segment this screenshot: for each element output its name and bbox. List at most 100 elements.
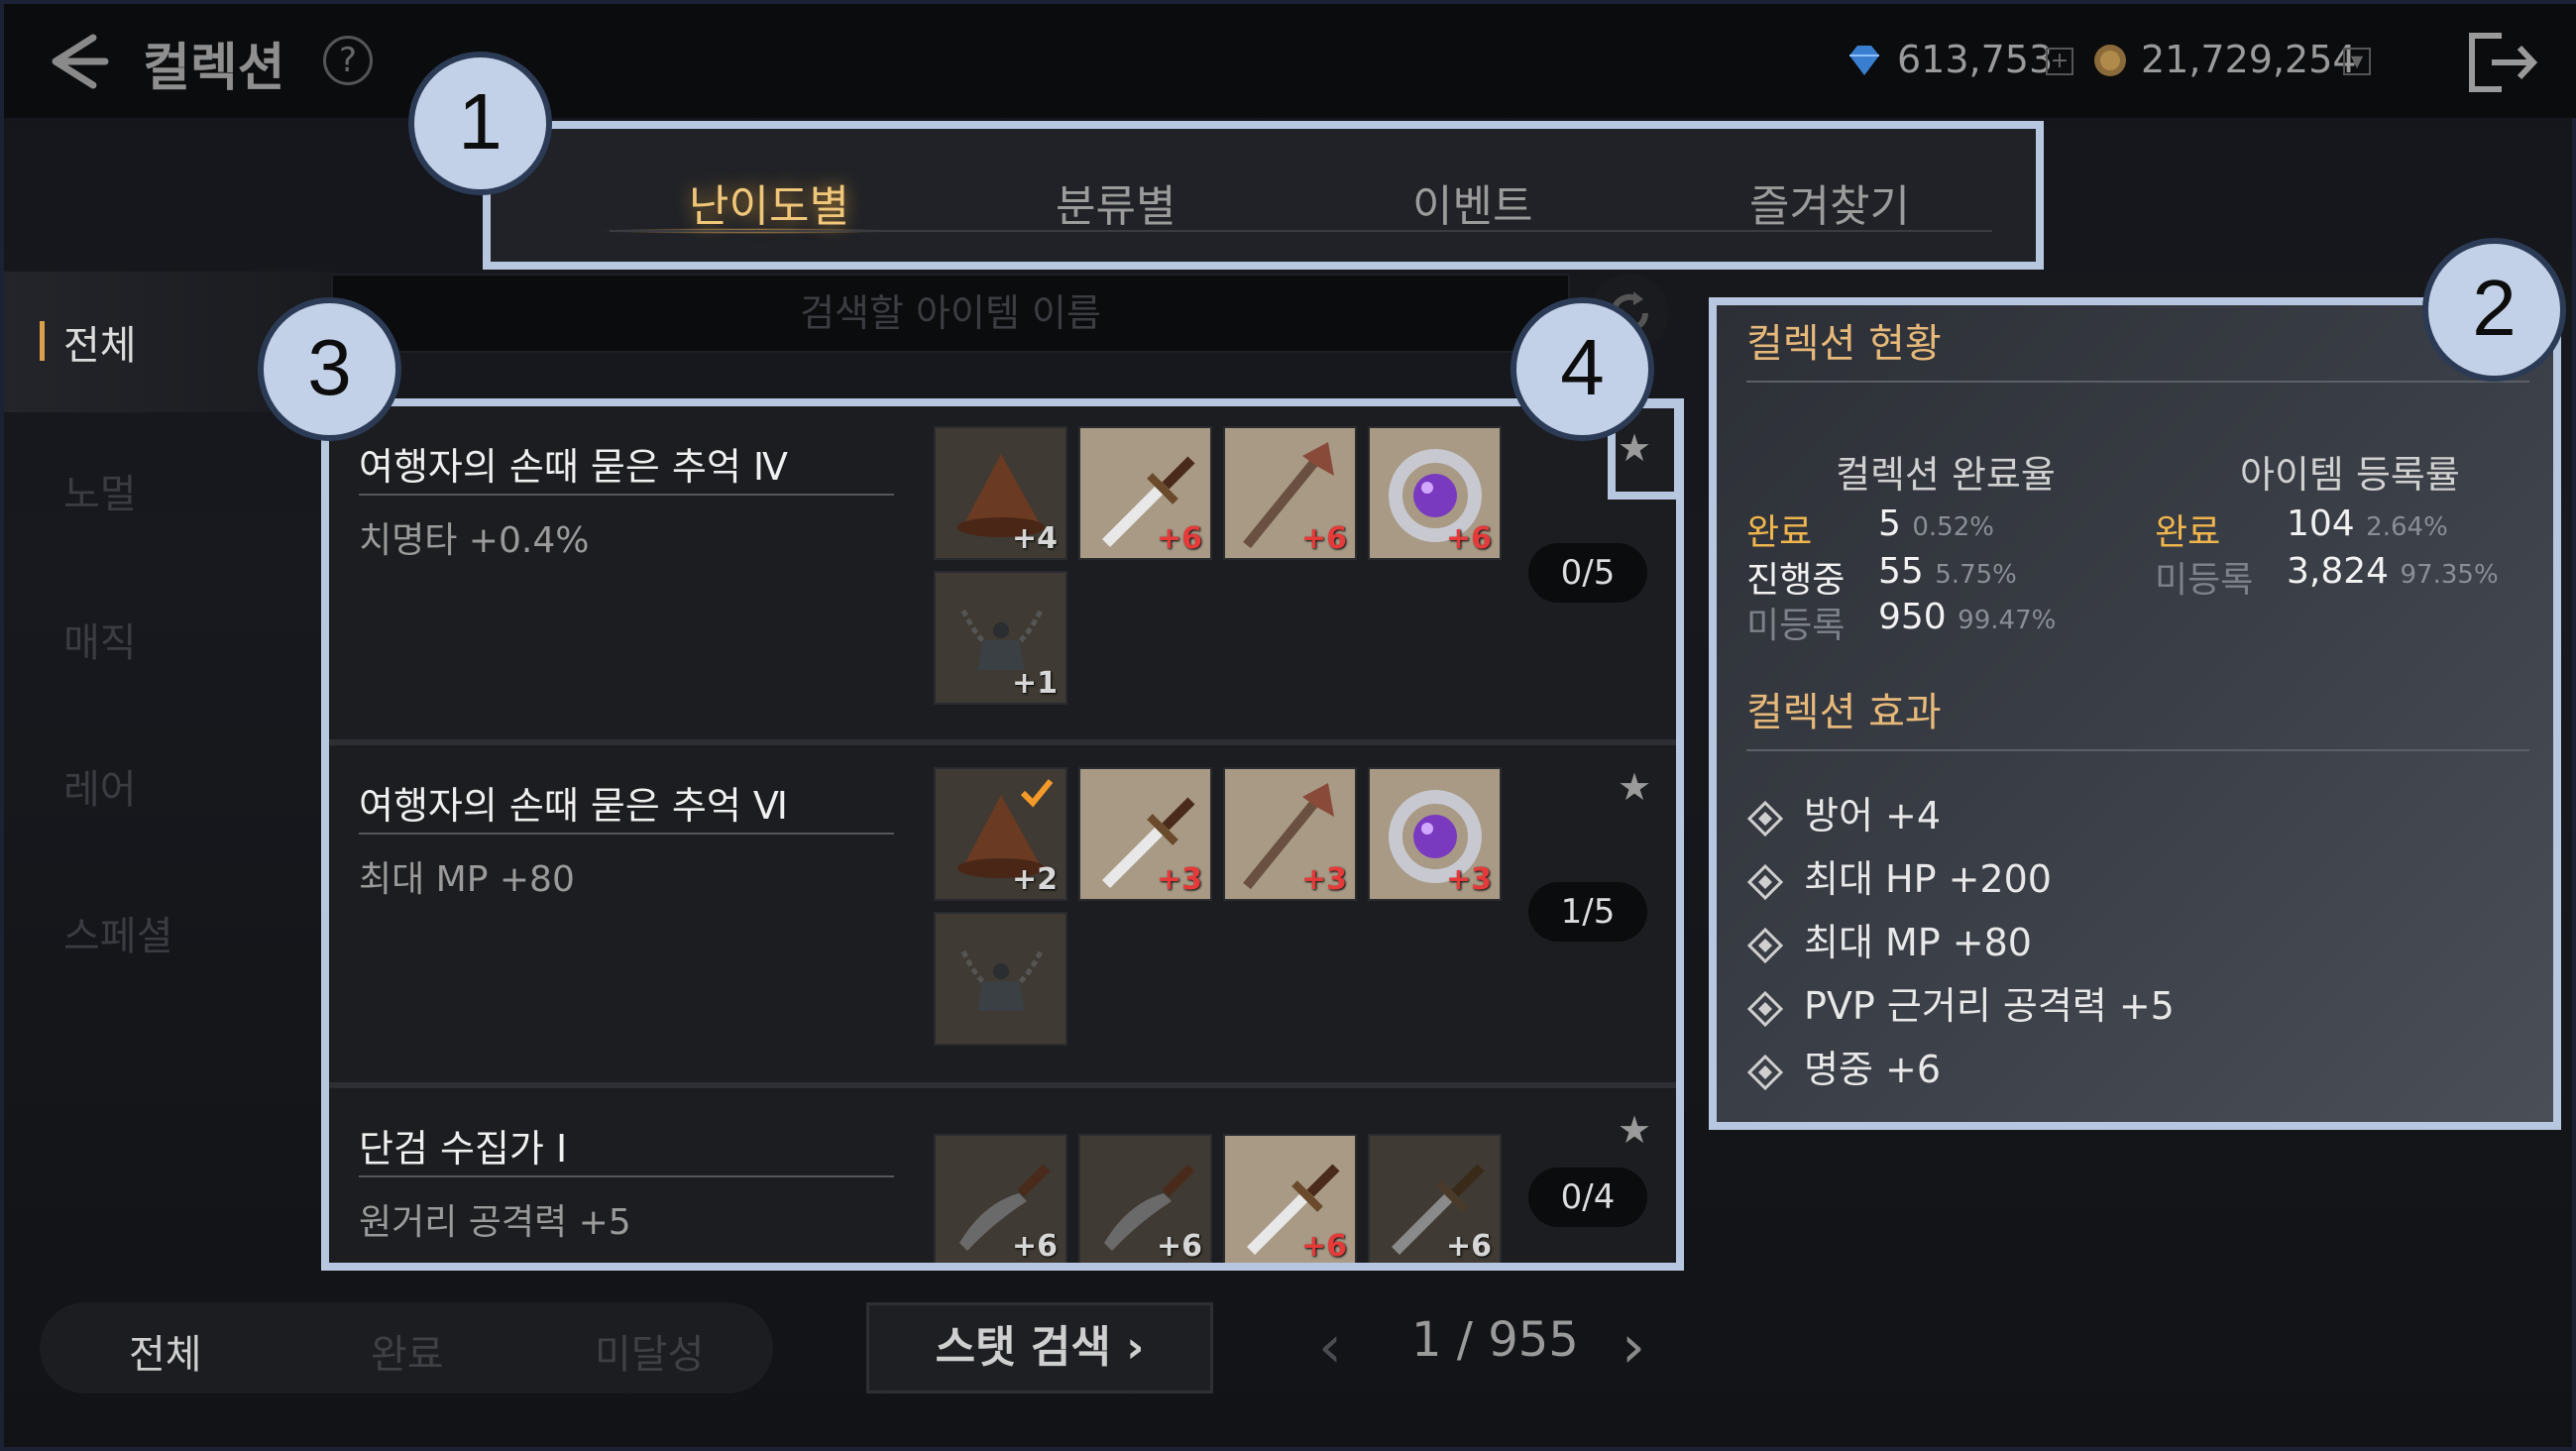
completion-progress-value: 55 5.75% (1878, 551, 2017, 592)
completion-done-label: 완료 (1746, 512, 1813, 553)
favorite-star-icon[interactable]: ★ (1618, 1108, 1651, 1152)
collection-name: 단검 수집가 Ⅰ (359, 1127, 568, 1171)
callout-badge-4: 4 (1511, 297, 1654, 441)
page-title: 컬렉션 (143, 39, 285, 98)
collection-row[interactable]: 여행자의 손때 묻은 추억 Ⅳ 치명타 +0.4% +4 +6 +6 +6 +1… (329, 406, 1676, 745)
enhance-level: +1 (1011, 666, 1058, 701)
collection-effect: 최대 MP +80 (359, 859, 575, 900)
enhance-level: +3 (1445, 862, 1492, 897)
completion-unreg-value: 950 99.47% (1878, 597, 2057, 637)
diamond-icon (1849, 46, 1879, 75)
registration-unreg-value: 3,824 97.35% (2287, 551, 2499, 592)
filter-all[interactable]: 전체 (129, 1322, 202, 1380)
collection-row[interactable]: 여행자의 손때 묻은 추억 Ⅵ 최대 MP +80 +2 +3 +3 +3 1/… (329, 745, 1676, 1088)
item-slot[interactable]: +6 (1223, 1134, 1357, 1264)
search-input[interactable]: 검색할 아이템 이름 (331, 274, 1570, 353)
check-icon (1020, 779, 1054, 808)
status-title: 컬렉션 현황 (1746, 321, 1942, 367)
item-slot[interactable]: +2 (934, 767, 1067, 901)
filter-incomplete[interactable]: 미달성 (595, 1322, 704, 1380)
enhance-level: +3 (1300, 862, 1347, 897)
enhance-level: +6 (1445, 521, 1492, 556)
callout-badge-1: 1 (408, 52, 552, 195)
diamond-bullet-icon (1746, 927, 1784, 963)
item-slot[interactable]: +3 (1078, 767, 1212, 901)
enhance-level: +6 (1300, 1229, 1347, 1264)
tab-event[interactable]: 이벤트 (1412, 170, 1532, 234)
exit-icon[interactable] (2462, 28, 2541, 97)
item-slot[interactable]: +1 (934, 571, 1067, 705)
collection-list[interactable]: 여행자의 손때 묻은 추억 Ⅳ 치명타 +0.4% +4 +6 +6 +6 +1… (321, 398, 1684, 1271)
tab-bar: 난이도별 분류별 이벤트 즐겨찾기 (483, 121, 2044, 270)
enhance-level: +6 (1156, 1229, 1202, 1264)
collection-count: 0/5 (1528, 543, 1647, 603)
enhance-level: +6 (1445, 1229, 1492, 1264)
item-slot[interactable]: +3 (1368, 767, 1502, 901)
item-slot[interactable]: +6 (1078, 426, 1212, 560)
completion-unreg-label: 미등록 (1746, 606, 1846, 646)
tab-difficulty[interactable]: 난이도별 (689, 170, 849, 234)
collection-name: 여행자의 손때 묻은 추억 Ⅳ (359, 445, 788, 489)
next-page-icon[interactable]: › (1622, 1312, 1645, 1382)
sidebar-item-all[interactable]: 전체 (63, 313, 137, 371)
enhance-level: +2 (1011, 862, 1058, 897)
prev-page-icon[interactable]: ‹ (1318, 1312, 1342, 1382)
divider (1746, 381, 2529, 383)
diamond-bullet-icon (1746, 863, 1784, 900)
item-slot[interactable] (934, 912, 1067, 1046)
registration-unreg-label: 미등록 (2155, 560, 2254, 601)
back-arrow-icon[interactable] (44, 26, 113, 95)
favorite-star-icon[interactable]: ★ (1618, 765, 1651, 809)
sidebar-item-normal[interactable]: 노멀 (63, 462, 137, 519)
completion-done-value: 5 0.52% (1878, 503, 1994, 544)
diamond-bullet-icon (1746, 1054, 1784, 1090)
item-slot[interactable]: +6 (934, 1134, 1067, 1264)
diamond-bullet-icon (1746, 990, 1784, 1027)
divider (359, 494, 894, 496)
effect-item: 최대 MP +80 (1746, 912, 2032, 966)
collection-effect: 치명타 +0.4% (359, 520, 590, 561)
effect-item: 방어 +4 (1746, 785, 1941, 839)
effect-item: 명중 +6 (1746, 1039, 1941, 1093)
status-filter: 전체 완료 미달성 (40, 1302, 773, 1394)
page-indicator: 1 / 955 (1411, 1312, 1579, 1368)
item-slot[interactable]: +6 (1368, 1134, 1502, 1264)
enhance-level: +3 (1156, 862, 1202, 897)
effects-title: 컬렉션 효과 (1746, 690, 1942, 735)
gold-dropdown-icon[interactable]: ▼ (2343, 48, 2371, 75)
help-icon[interactable]: ? (323, 36, 373, 85)
tab-favorites[interactable]: 즐겨찾기 (1749, 170, 1910, 234)
sidebar-item-special[interactable]: 스페셜 (63, 904, 172, 961)
diamond-count: 613,753 (1897, 38, 2054, 81)
effect-item: PVP 근거리 공격력 +5 (1746, 975, 2175, 1030)
stat-search-button[interactable]: 스탯 검색 › (866, 1302, 1213, 1394)
tab-category[interactable]: 분류별 (1056, 170, 1176, 234)
effect-item: 최대 HP +200 (1746, 848, 2052, 903)
enhance-level: +6 (1156, 521, 1202, 556)
registration-header: 아이템 등록률 (2240, 453, 2460, 497)
sidebar-item-magic[interactable]: 매직 (63, 611, 137, 668)
item-slot[interactable]: +4 (934, 426, 1067, 560)
filter-complete[interactable]: 완료 (371, 1322, 444, 1380)
gold-coin-icon (2094, 45, 2126, 76)
collection-count: 0/4 (1528, 1168, 1647, 1227)
item-slot[interactable]: +6 (1368, 426, 1502, 560)
enhance-level: +6 (1300, 521, 1347, 556)
divider (359, 1175, 894, 1177)
collection-status-panel: 컬렉션 현황 컬렉션 완료율 아이템 등록률 완료 5 0.52% 진행중 55… (1709, 297, 2561, 1130)
sidebar-active-marker (40, 321, 45, 361)
diamond-bullet-icon (1746, 800, 1784, 837)
game-window: 컬렉션 ? 613,753 + 21,729,254 ▼ 난이도별 분류별 이벤… (0, 0, 2576, 1451)
add-diamond-icon[interactable]: + (2046, 48, 2073, 75)
item-slot[interactable]: +3 (1223, 767, 1357, 901)
collection-row[interactable]: 단검 수집가 Ⅰ 원거리 공격력 +5 +6 +6 +6 +6 0/4 ★ (329, 1088, 1676, 1264)
registration-done-value: 104 2.64% (2287, 503, 2448, 544)
gold-count: 21,729,254 (2141, 38, 2357, 81)
sidebar-item-rare[interactable]: 레어 (63, 757, 137, 815)
collection-count: 1/5 (1528, 882, 1647, 942)
enhance-level: +6 (1011, 1229, 1058, 1264)
item-slot[interactable]: +6 (1223, 426, 1357, 560)
item-slot[interactable]: +6 (1078, 1134, 1212, 1264)
necklace-icon (960, 949, 1044, 1011)
callout-badge-3: 3 (258, 297, 401, 441)
